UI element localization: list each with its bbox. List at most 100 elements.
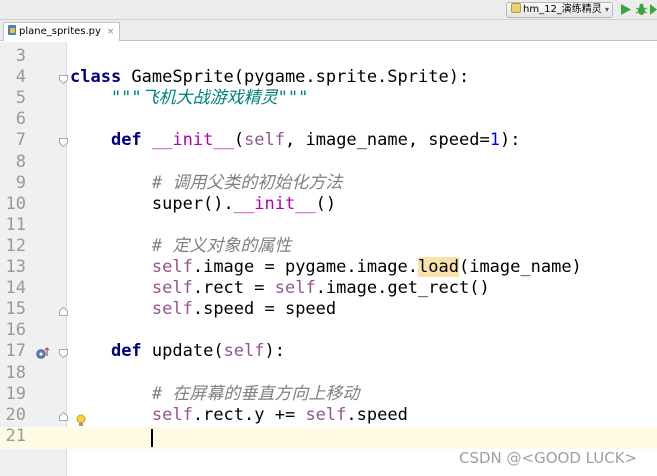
code-text[interactable]: """飞机大战游戏精灵""" (70, 88, 308, 109)
override-method-icon[interactable] (36, 347, 50, 360)
code-token: self (151, 278, 193, 299)
line-number: 20 (5, 404, 26, 425)
debug-icon[interactable] (635, 3, 648, 16)
code-line[interactable]: 5 """飞机大战游戏精灵""" (0, 88, 657, 109)
line-number: 19 (5, 383, 26, 404)
code-line[interactable]: 18 (0, 363, 657, 384)
code-line[interactable]: 13 self.image = pygame.image.load(image_… (0, 257, 657, 278)
code-token: super(). (70, 193, 234, 214)
lightbulb-icon[interactable] (76, 414, 86, 427)
code-line[interactable]: 17 def update(self): (0, 341, 657, 362)
code-token: GameSprite(pygame.sprite.Sprite): (121, 67, 470, 88)
code-line[interactable]: 7 def __init__(self, image_name, speed=1… (0, 130, 657, 151)
line-number: 15 (5, 299, 26, 320)
run-icon[interactable] (619, 3, 632, 16)
code-text[interactable]: # 定义对象的属性 (70, 236, 291, 257)
code-text[interactable]: # 在屏幕的垂直方向上移动 (70, 384, 359, 405)
code-token: ( (233, 130, 245, 151)
code-text[interactable]: super().__init__() (70, 194, 336, 215)
run-config-label: hm_12_演练精灵 (523, 4, 602, 15)
line-number: 13 (5, 257, 26, 277)
code-token: self (305, 404, 347, 425)
code-line[interactable]: 16 (0, 320, 657, 341)
code-token: .speed (346, 404, 408, 425)
fold-marker-icon[interactable] (59, 138, 68, 147)
code-token: () (315, 193, 337, 214)
code-token: __init__ (233, 193, 316, 214)
code-text[interactable]: class GameSprite(pygame.sprite.Sprite): (70, 67, 469, 88)
code-token: # 在屏幕的垂直方向上移动 (70, 383, 360, 404)
fold-end-marker-icon[interactable] (59, 307, 68, 316)
main-toolbar: hm_12_演练精灵 ▾ (0, 0, 657, 20)
line-number: 5 (15, 88, 26, 109)
code-token: self (151, 299, 193, 320)
line-number: 17 (5, 341, 26, 362)
run-configuration-selector[interactable]: hm_12_演练精灵 ▾ (506, 2, 613, 18)
code-line[interactable]: 21 (0, 426, 657, 447)
code-token: class (70, 67, 122, 88)
code-line[interactable]: 19 # 在屏幕的垂直方向上移动 (0, 384, 657, 405)
code-token: load (418, 257, 459, 277)
editor-tab-bar: plane_sprites.py × (0, 20, 657, 41)
text-caret (151, 429, 153, 447)
chevron-down-icon: ▾ (604, 5, 609, 14)
tab-label: plane_sprites.py (19, 26, 101, 37)
code-line[interactable]: 8 (0, 152, 657, 173)
close-icon[interactable]: × (107, 23, 115, 41)
fold-marker-icon[interactable] (59, 349, 68, 358)
code-token: .rect = (192, 278, 275, 299)
line-number: 18 (5, 362, 26, 383)
code-token: __init__ (151, 130, 234, 151)
code-text[interactable]: self.image = pygame.image.load(image_nam… (70, 257, 582, 278)
code-text[interactable]: self.speed = speed (70, 299, 336, 320)
code-token: 1 (489, 130, 500, 151)
code-token: .image = pygame.image. (192, 257, 419, 277)
code-token: self (151, 257, 193, 277)
code-token: , image_name, speed= (285, 130, 490, 151)
coverage-icon[interactable] (650, 3, 657, 16)
code-line[interactable]: 9 # 调用父类的初始化方法 (0, 173, 657, 194)
code-line[interactable]: 14 self.rect = self.image.get_rect() (0, 278, 657, 299)
code-line[interactable]: 10 super().__init__() (0, 194, 657, 215)
line-number: 6 (15, 109, 26, 130)
line-number: 16 (5, 320, 26, 341)
code-text[interactable]: def __init__(self, image_name, speed=1): (70, 130, 521, 151)
code-token: def (110, 341, 142, 362)
line-number: 9 (15, 172, 26, 193)
code-line[interactable]: 6 (0, 109, 657, 130)
code-token: self (151, 404, 193, 425)
line-number: 8 (15, 151, 26, 172)
fold-marker-icon[interactable] (59, 75, 68, 84)
code-token: """飞机大战游戏精灵""" (70, 88, 309, 109)
code-token: ): (499, 130, 521, 151)
code-text[interactable]: self.rect.y += self.speed (70, 405, 408, 426)
line-number: 14 (5, 278, 26, 299)
code-line[interactable]: 11 (0, 215, 657, 236)
code-line[interactable]: 3 (0, 46, 657, 67)
tab-plane-sprites[interactable]: plane_sprites.py × (3, 22, 121, 41)
code-line[interactable]: 12 # 定义对象的属性 (0, 236, 657, 257)
code-text[interactable]: self.rect = self.image.get_rect() (70, 278, 490, 299)
code-token: # 定义对象的属性 (70, 235, 292, 256)
code-line[interactable]: 15 self.speed = speed (0, 299, 657, 320)
code-token: update( (141, 341, 224, 362)
line-number: 12 (5, 235, 26, 256)
code-token: self (274, 278, 316, 299)
line-number: 3 (15, 46, 26, 66)
code-token: # 调用父类的初始化方法 (70, 172, 343, 193)
line-number: 21 (5, 425, 26, 446)
fold-end-marker-icon[interactable] (59, 412, 68, 421)
code-text[interactable]: def update(self): (70, 341, 285, 362)
code-token: .image.get_rect() (315, 278, 490, 299)
python-config-icon (511, 3, 521, 13)
code-token: .rect.y += (192, 404, 306, 425)
code-line[interactable]: 4 class GameSprite(pygame.sprite.Sprite): (0, 67, 657, 88)
code-text[interactable]: # 调用父类的初始化方法 (70, 173, 342, 194)
code-line[interactable]: 20 self.rect.y += self.speed (0, 405, 657, 426)
python-file-icon (8, 25, 16, 35)
code-token: (image_name) (458, 257, 582, 277)
